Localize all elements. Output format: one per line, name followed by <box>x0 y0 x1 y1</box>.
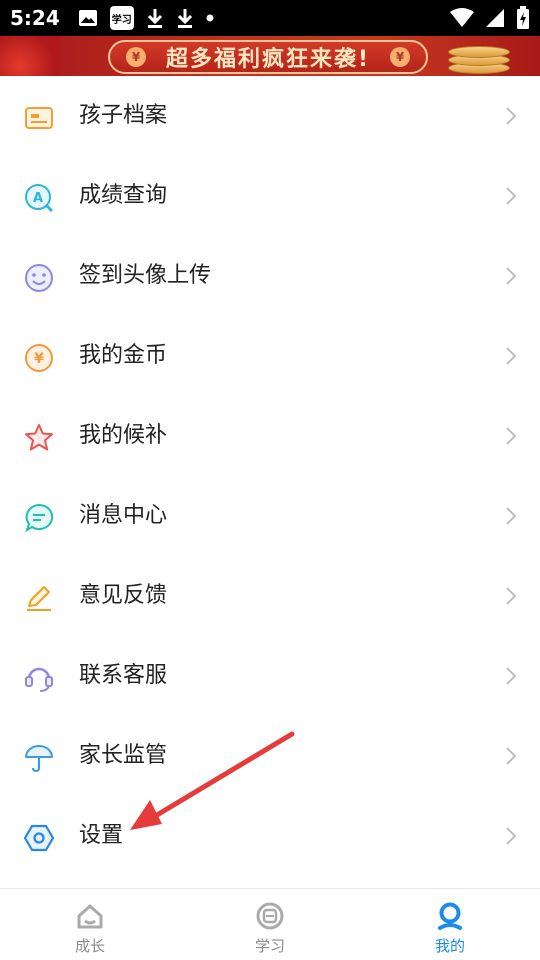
tab-growth[interactable]: 成长 <box>0 889 180 960</box>
promo-pill[interactable]: 超多福利疯狂来袭! <box>108 40 428 74</box>
menu-item-feedback[interactable]: 意见反馈 <box>0 556 540 636</box>
red-envelope-icon <box>0 36 60 76</box>
menu-item-child-profile[interactable]: 孩子档案 <box>0 76 540 156</box>
profile-card-icon <box>22 101 56 135</box>
home-icon <box>75 901 105 931</box>
app-badge-text: 学习 <box>109 6 134 30</box>
chevron-right-icon <box>506 187 517 205</box>
menu-item-message-center[interactable]: 消息中心 <box>0 476 540 556</box>
chevron-right-icon <box>506 667 517 685</box>
menu-item-label: 联系客服 <box>79 663 168 688</box>
menu-item-settings[interactable]: 设置 <box>0 796 540 876</box>
settings-hexagon-icon <box>22 821 56 855</box>
menu-item-parental-control[interactable]: 家长监管 <box>0 716 540 796</box>
menu-list: 孩子档案 A 成绩查询 签到头像上传 ¥ 我的金币 我的候补 消息中心 意见反馈… <box>0 76 540 876</box>
pencil-icon <box>22 581 56 615</box>
svg-text:A: A <box>33 191 43 206</box>
menu-item-label: 家长监管 <box>79 743 168 768</box>
tab-label: 成长 <box>74 937 105 955</box>
download-icon-2 <box>176 6 194 30</box>
menu-item-customer-service[interactable]: 联系客服 <box>0 636 540 716</box>
message-bubble-icon <box>22 501 56 535</box>
score-search-icon: A <box>22 181 56 215</box>
umbrella-icon <box>22 741 56 775</box>
smiley-face-icon <box>22 261 56 295</box>
chevron-right-icon <box>506 827 517 845</box>
promo-banner[interactable]: 超多福利疯狂来袭! ¥ ¥ <box>0 36 540 76</box>
tab-study[interactable]: 学习 <box>180 889 360 960</box>
menu-item-label: 我的金币 <box>79 343 168 368</box>
person-icon <box>435 901 465 931</box>
bottom-nav: 成长 学习 我的 <box>0 888 540 960</box>
coin-icon: ¥ <box>22 341 56 375</box>
notification-dot-icon <box>206 6 214 30</box>
download-icon <box>146 6 164 30</box>
menu-item-label: 成绩查询 <box>79 183 168 208</box>
status-time: 5:24 <box>10 6 60 30</box>
coin-icon-left: ¥ <box>126 47 146 67</box>
battery-icon <box>516 6 530 34</box>
tab-label: 我的 <box>434 937 465 955</box>
chevron-right-icon <box>506 347 517 365</box>
app-badge-icon: 学习 <box>109 6 134 30</box>
menu-item-label: 意见反馈 <box>79 583 168 608</box>
image-icon <box>78 6 98 30</box>
menu-item-my-waitlist[interactable]: 我的候补 <box>0 396 540 476</box>
menu-item-score-query[interactable]: A 成绩查询 <box>0 156 540 236</box>
coin-stack-icon <box>448 40 510 76</box>
menu-item-label: 我的候补 <box>79 423 168 448</box>
menu-item-label: 签到头像上传 <box>79 263 212 288</box>
tab-mine[interactable]: 我的 <box>360 889 540 960</box>
wifi-icon <box>450 8 474 32</box>
chevron-right-icon <box>506 107 517 125</box>
coin-icon-right: ¥ <box>390 47 410 67</box>
chevron-right-icon <box>506 507 517 525</box>
signal-icon <box>484 7 506 33</box>
menu-item-label: 消息中心 <box>79 503 168 528</box>
promo-text: 超多福利疯狂来袭! <box>165 47 371 72</box>
tab-label: 学习 <box>254 937 285 955</box>
chevron-right-icon <box>506 587 517 605</box>
headset-icon <box>22 661 56 695</box>
menu-item-avatar-upload[interactable]: 签到头像上传 <box>0 236 540 316</box>
chevron-right-icon <box>506 747 517 765</box>
star-icon <box>22 421 56 455</box>
chevron-right-icon <box>506 267 517 285</box>
svg-text:¥: ¥ <box>34 351 44 367</box>
chevron-right-icon <box>506 427 517 445</box>
status-bar: 5:24 学习 <box>0 0 540 36</box>
menu-item-label: 设置 <box>79 823 124 848</box>
menu-item-label: 孩子档案 <box>79 103 168 128</box>
menu-item-my-coins[interactable]: ¥ 我的金币 <box>0 316 540 396</box>
study-icon <box>255 901 285 931</box>
